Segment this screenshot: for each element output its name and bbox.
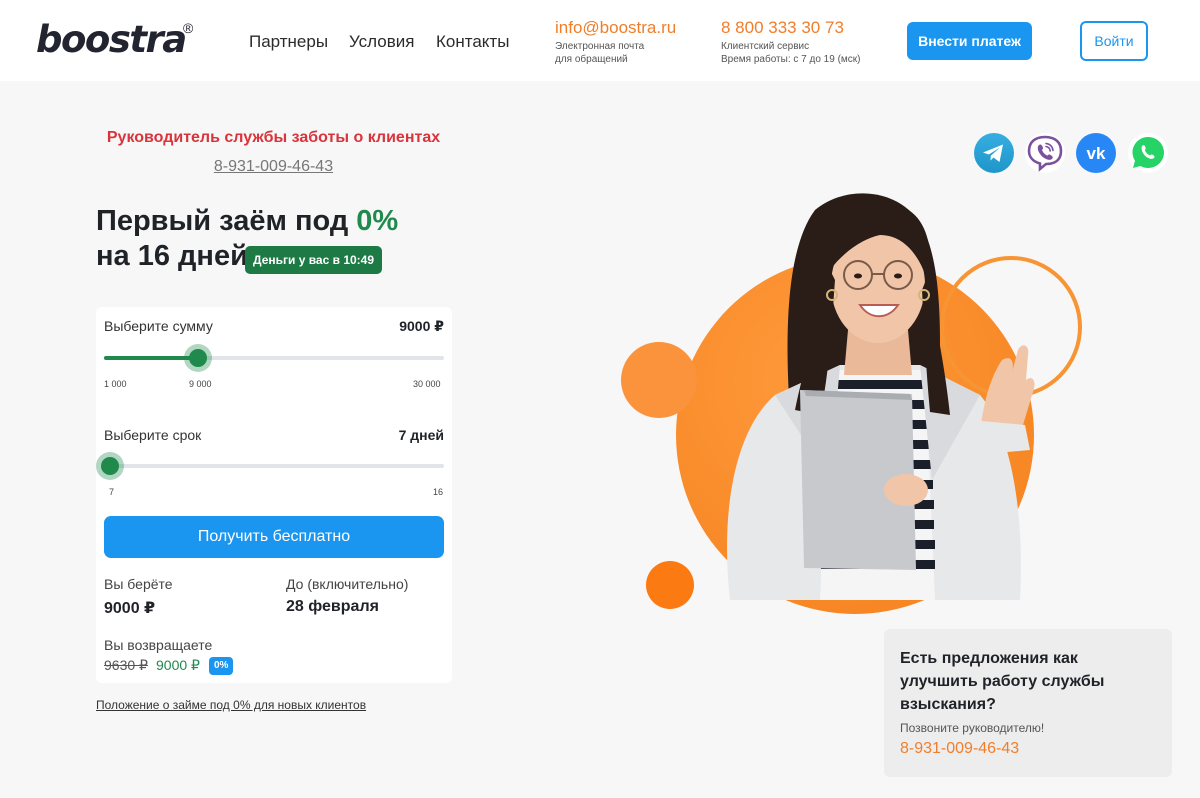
loan-calculator: Выберите сумму 9000 ₽ 1 000 9 000 30 000… xyxy=(96,307,452,683)
email-caption-line: для обращений xyxy=(555,54,628,65)
phone-caption: Клиентский сервис Время работы: с 7 до 1… xyxy=(721,40,860,66)
term-value: 7 дней xyxy=(398,427,444,443)
headline-accent: 0% xyxy=(356,205,399,237)
money-time-badge: Деньги у вас в 10:49 xyxy=(245,246,383,274)
email-caption: Электронная почта для обращений xyxy=(555,40,644,66)
headline-text: Первый заём под xyxy=(96,205,357,237)
term-tick-min: 7 xyxy=(109,487,115,497)
feedback-card: Есть предложения как улучшить работу слу… xyxy=(884,629,1172,777)
amount-tick-max: 30 000 xyxy=(413,379,441,389)
manager-title: Руководитель службы заботы о клиентах xyxy=(106,129,441,146)
manager-phone-link[interactable]: 8-931-009-46-43 xyxy=(96,158,451,176)
site-header: boostra ® Партнеры Условия Контакты info… xyxy=(0,0,1200,81)
telegram-icon[interactable] xyxy=(974,133,1014,173)
contact-phone-link[interactable]: 8 800 333 30 73 xyxy=(721,18,844,38)
zero-percent-badge: 0% xyxy=(209,657,234,675)
feedback-phone-link[interactable]: 8-931-009-46-43 xyxy=(900,740,1019,758)
feedback-subtitle: Позвоните руководителю! xyxy=(900,721,1045,735)
phone-caption-line: Время работы: с 7 до 19 (мск) xyxy=(721,54,861,65)
amount-label: Выберите сумму xyxy=(104,318,213,334)
login-button[interactable]: Войти xyxy=(1080,21,1148,61)
amount-slider-handle[interactable] xyxy=(183,344,212,372)
take-label: Вы берёте xyxy=(104,576,173,592)
email-caption-line: Электронная почта xyxy=(555,41,645,52)
term-tick-max: 16 xyxy=(433,487,444,497)
term-slider-track[interactable] xyxy=(104,464,444,468)
return-label: Вы возвращаете xyxy=(104,637,213,653)
until-label: До (включительно) xyxy=(286,576,409,592)
amount-slider-track[interactable] xyxy=(104,356,444,360)
loan-terms-link[interactable]: Положение о займе под 0% для новых клиен… xyxy=(96,698,366,712)
promo-headline-line2: на 16 дней xyxy=(96,240,248,272)
until-value: 28 февраля xyxy=(286,598,379,615)
take-value: 9000 ₽ xyxy=(104,600,156,617)
registered-mark: ® xyxy=(183,20,194,36)
viber-icon[interactable] xyxy=(1025,133,1065,173)
promo-headline: Первый заём под 0% xyxy=(96,203,398,239)
return-new-price: 9000 ₽ xyxy=(156,657,200,673)
boostra-logo[interactable]: boostra xyxy=(36,18,187,62)
smiling-woman-photo xyxy=(727,193,1035,600)
amount-value: 9000 ₽ xyxy=(399,318,444,334)
vk-icon[interactable]: vk xyxy=(1076,133,1116,173)
get-loan-button[interactable]: Получить бесплатно xyxy=(104,516,444,558)
nav-contacts-link[interactable]: Контакты xyxy=(436,32,509,52)
svg-text:vk: vk xyxy=(1087,144,1106,163)
feedback-title: Есть предложения как улучшить работу слу… xyxy=(900,650,1105,713)
make-payment-button[interactable]: Внести платеж xyxy=(907,22,1032,60)
nav-conditions-link[interactable]: Условия xyxy=(349,32,414,52)
nav-partners-link[interactable]: Партнеры xyxy=(249,32,328,52)
amount-tick-current: 9 000 xyxy=(189,379,212,389)
phone-caption-line: Клиентский сервис xyxy=(721,41,810,52)
hero-illustration xyxy=(600,180,1120,620)
whatsapp-icon[interactable] xyxy=(1128,133,1168,173)
return-old-price: 9630 ₽ xyxy=(104,657,148,673)
amount-tick-min: 1 000 xyxy=(104,379,127,389)
term-label: Выберите срок xyxy=(104,427,202,443)
term-slider-handle[interactable] xyxy=(96,452,124,480)
contact-email-link[interactable]: info@boostra.ru xyxy=(555,18,676,38)
